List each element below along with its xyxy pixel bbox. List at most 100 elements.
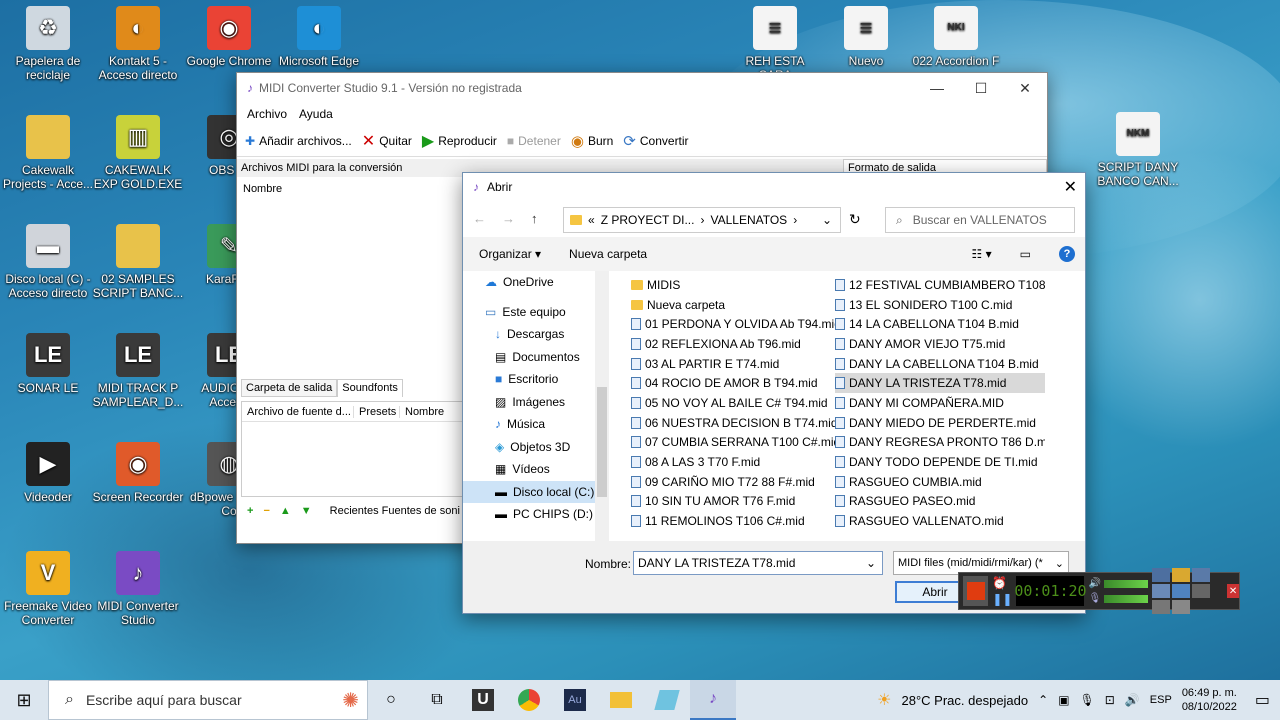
file-item[interactable]: 02 REFLEXIONA Ab T96.mid	[631, 334, 841, 354]
volume-icon[interactable]: 🔊	[1125, 693, 1140, 707]
draw-icon[interactable]	[1152, 584, 1171, 598]
file-item[interactable]: DANY LA TRISTEZA T78.mid	[835, 373, 1045, 394]
fullscreen-icon[interactable]	[1192, 584, 1211, 598]
file-item[interactable]: 04 ROCIO DE AMOR B T94.mid	[631, 373, 841, 393]
path-segment-2[interactable]: VALLENATOS	[710, 213, 787, 227]
chevron-down-icon[interactable]: ⌄	[866, 556, 876, 570]
tab-soundfonts[interactable]: Soundfonts	[337, 379, 403, 397]
microphone-icon[interactable]: 🎙	[1080, 693, 1095, 707]
desktop-icon[interactable]: ▬ Disco local (C) - Acceso directo	[2, 224, 94, 300]
taskbar-audition-icon[interactable]: Au	[552, 680, 598, 720]
file-item[interactable]: DANY REGRESA PRONTO T86 D.mid	[835, 433, 1045, 453]
file-item[interactable]: 05 NO VOY AL BAILE C# T94.mid	[631, 393, 841, 413]
desktop-icon[interactable]: LE MIDI TRACK P SAMPLEAR_D...	[92, 333, 184, 409]
convert-button[interactable]: ⟳ Convertir	[623, 132, 688, 150]
minimize-button[interactable]: —	[915, 73, 959, 103]
file-item[interactable]: 13 EL SONIDERO T100 C.mid	[835, 295, 1045, 315]
desktop-icon[interactable]: ◐ Kontakt 5 - Acceso directo	[92, 6, 184, 82]
file-item[interactable]: DANY MIEDO DE PERDERTE.mid	[835, 413, 1045, 433]
add-soundfont-icon[interactable]: +	[247, 505, 253, 517]
nav-escritorio[interactable]: ■ Escritorio	[463, 368, 595, 391]
taskbar-app-icon[interactable]	[644, 680, 690, 720]
back-arrow-icon[interactable]: ←	[473, 211, 486, 226]
desktop-icon[interactable]: ≡REH ESTA CARA	[729, 6, 821, 82]
nav-este-equipo[interactable]: ▭ Este equipo	[463, 301, 595, 324]
maximize-button[interactable]: ☐	[959, 73, 1003, 103]
file-item[interactable]: 09 CARIÑO MIO T72 88 F#.mid	[631, 472, 841, 492]
file-item[interactable]: 06 NUESTRA DECISION B T74.mid	[631, 413, 841, 433]
desktop-icon[interactable]: V Freemake Video Converter	[2, 551, 94, 627]
forward-arrow-icon[interactable]: →	[502, 211, 515, 226]
file-item[interactable]: DANY AMOR VIEJO T75.mid	[835, 334, 1045, 354]
file-item[interactable]: 10 SIN TU AMOR T76 F.mid	[631, 492, 841, 512]
folder-icon[interactable]	[1172, 568, 1191, 582]
taskbar-chrome-icon[interactable]	[506, 680, 552, 720]
window-icon[interactable]	[1152, 600, 1171, 614]
file-item[interactable]: MIDIS	[631, 275, 841, 295]
cortana-icon[interactable]: ○	[368, 680, 414, 720]
show-hidden-icons[interactable]: ⌃	[1038, 693, 1048, 707]
start-button[interactable]: ⊞	[0, 680, 48, 720]
file-item[interactable]: DANY TODO DEPENDE DE TI.mid	[835, 452, 1045, 472]
record-stop-button[interactable]	[963, 576, 989, 606]
taskbar-explorer-icon[interactable]	[598, 680, 644, 720]
path-segment-1[interactable]: Z PROYECT DI...	[601, 213, 695, 227]
desktop-icon[interactable]: ≡ Nuevo	[820, 6, 912, 68]
file-item[interactable]: RASGUEO PASEO.mid	[835, 492, 1045, 512]
nav-documentos[interactable]: ▤ Documentos	[463, 346, 595, 369]
nav-descargas[interactable]: ↓ Descargas	[463, 323, 595, 346]
search-input[interactable]: ⌕ Buscar en VALLENATOS	[885, 207, 1075, 233]
burn-button[interactable]: ◉ Burn	[571, 132, 613, 150]
sf-col-archivo[interactable]: Archivo de fuente d...	[242, 405, 354, 418]
move-down-icon[interactable]: ▼	[301, 505, 312, 517]
file-item[interactable]: 14 LA CABELLONA T104 B.mid	[835, 314, 1045, 334]
remove-button[interactable]: ✕ Quitar	[362, 131, 412, 151]
remove-soundfont-icon[interactable]: −	[263, 505, 269, 517]
sf-col-nombre[interactable]: Nombre	[400, 406, 444, 418]
webcam-icon[interactable]	[1152, 568, 1171, 582]
file-item[interactable]: 08 A LAS 3 T70 F.mid	[631, 452, 841, 472]
up-arrow-icon[interactable]: ↑	[531, 211, 538, 226]
task-view-icon[interactable]: ⧉	[414, 680, 460, 720]
alarm-clock-icon[interactable]: ⏰	[992, 576, 1012, 590]
nav-onedrive[interactable]: ☁ OneDrive	[463, 271, 595, 294]
desktop-icon[interactable]: ◐ Microsoft Edge	[273, 6, 365, 68]
taskbar-app-u[interactable]: U	[460, 680, 506, 720]
desktop-icon[interactable]: Cakewalk Projects - Acce...	[2, 115, 94, 191]
taskbar-search[interactable]: ⌕ Escribe aquí para buscar ✺	[48, 680, 368, 720]
file-item[interactable]: DANY LA CABELLONA T104 B.mid	[835, 354, 1045, 374]
menu-ayuda[interactable]: Ayuda	[299, 107, 333, 121]
file-item[interactable]: 12 FESTIVAL CUMBIAMBERO T108.mid	[835, 275, 1045, 295]
taskbar-midi-converter-icon[interactable]: ♪	[690, 680, 736, 720]
menu-archivo[interactable]: Archivo	[247, 107, 287, 121]
file-item[interactable]: 01 PERDONA Y OLVIDA Ab T94.mid	[631, 314, 841, 334]
play-button[interactable]: ▶ Reproducir	[422, 131, 497, 151]
network-icon[interactable]: ⊡	[1105, 693, 1115, 707]
filename-input[interactable]: DANY LA TRISTEZA T78.mid ⌄	[633, 551, 883, 575]
sf-col-presets[interactable]: Presets	[354, 405, 400, 418]
add-files-button[interactable]: ✚ Añadir archivos...	[245, 134, 352, 148]
nav-musica[interactable]: ♪ Música	[463, 413, 595, 436]
webcam-tray-icon[interactable]: ▣	[1058, 693, 1069, 707]
desktop-icon[interactable]: ▥ CAKEWALK EXP GOLD.EXE	[92, 115, 184, 191]
recent-soundfonts-label[interactable]: Recientes Fuentes de soni	[330, 505, 460, 517]
notifications-icon[interactable]: ▭	[1255, 690, 1270, 710]
weather-text[interactable]: 28°C Prac. despejado	[902, 693, 1029, 708]
nav-videos[interactable]: ▦ Vídeos	[463, 458, 595, 481]
move-up-icon[interactable]: ▲	[280, 505, 291, 517]
desktop-icon[interactable]: ♻ Papelera de reciclaje	[2, 6, 94, 82]
desktop-icon[interactable]: 02 SAMPLES SCRIPT BANC...	[92, 224, 184, 300]
mic-volume-icon[interactable]: 🎙	[1088, 593, 1149, 604]
nav-objetos-3d[interactable]: ◈ Objetos 3D	[463, 436, 595, 459]
file-item[interactable]: DANY MI COMPAÑERA.MID	[835, 393, 1045, 413]
help-icon[interactable]: ?	[1059, 246, 1075, 262]
organize-button[interactable]: Organizar ▾	[479, 247, 541, 261]
desktop-icon[interactable]: LE SONAR LE	[2, 333, 94, 395]
dialog-titlebar[interactable]: ♪ Abrir ✕	[463, 173, 1085, 201]
settings-icon[interactable]	[1192, 568, 1211, 582]
file-item[interactable]: Nueva carpeta	[631, 295, 841, 315]
pause-icon[interactable]: ❚❚	[992, 592, 1012, 606]
weather-icon[interactable]: ☀	[877, 690, 891, 710]
clock[interactable]: 06:49 p. m. 08/10/2022	[1182, 686, 1237, 714]
speaker-volume-icon[interactable]: 🔊	[1088, 578, 1148, 589]
